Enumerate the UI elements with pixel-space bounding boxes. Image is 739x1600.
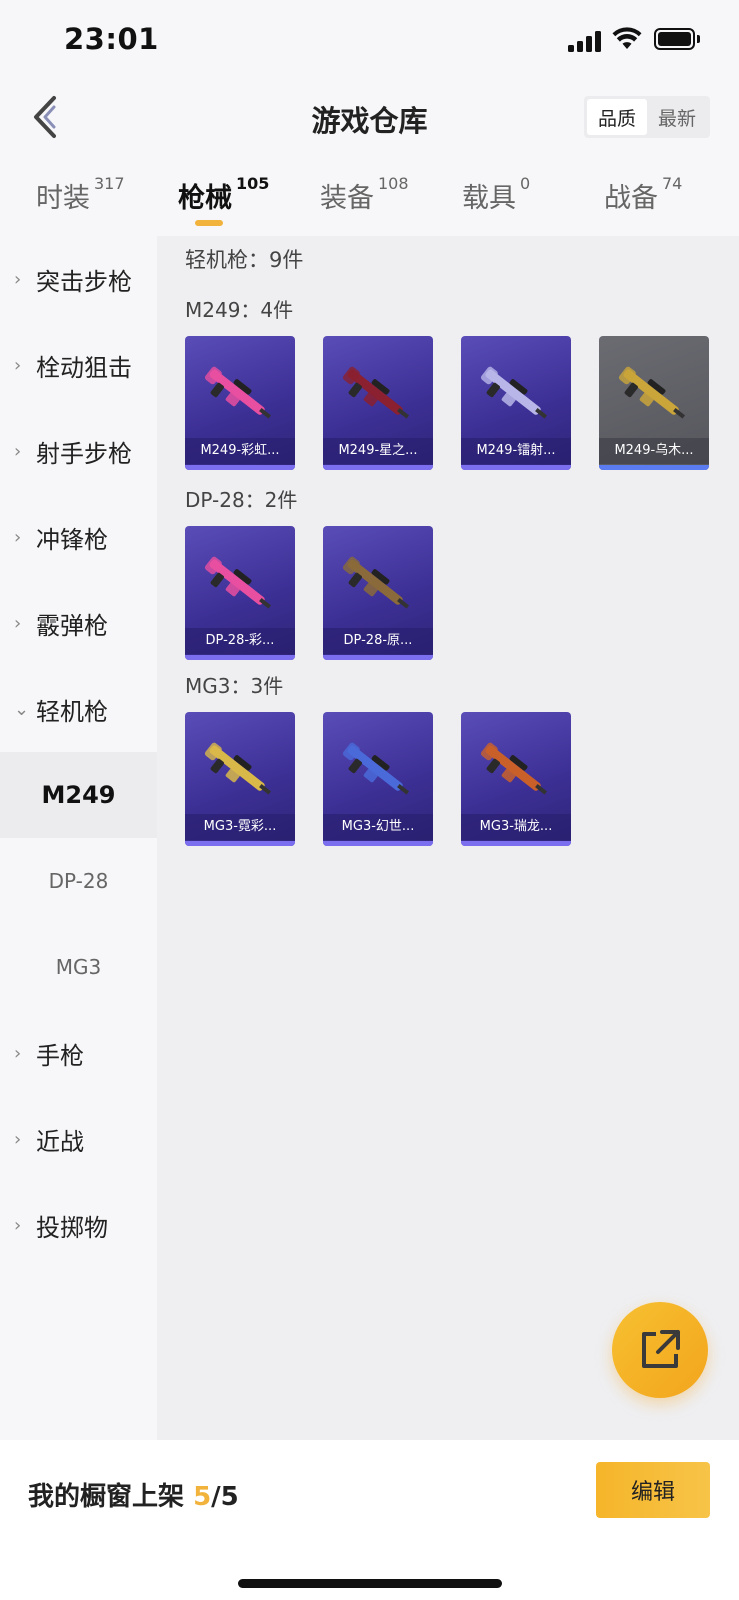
item-name: M249-彩虹... <box>185 438 295 464</box>
chevron-right-icon: › <box>14 1128 22 1150</box>
rarity-bar <box>323 465 433 470</box>
category-tabs: 时装 317 枪械 105 装备 108 载具 0 战备 74 <box>0 168 739 238</box>
sidebar-item-throwable[interactable]: › 投掷物 <box>0 1182 157 1268</box>
status-time: 23:01 <box>64 22 159 56</box>
item-name: MG3-瑞龙... <box>461 814 571 840</box>
sidebar-item-marksman-rifle[interactable]: › 射手步枪 <box>0 408 157 494</box>
item-name: MG3-霓彩... <box>185 814 295 840</box>
item-name: DP-28-原... <box>323 628 433 654</box>
item-name: DP-28-彩... <box>185 628 295 654</box>
chevron-right-icon: › <box>14 1214 22 1236</box>
group-heading-m249: M249：4件 <box>185 298 294 322</box>
item-name: M249-乌木... <box>599 438 709 464</box>
rarity-bar <box>185 465 295 470</box>
rarity-bar <box>323 655 433 660</box>
tab-active-indicator <box>195 220 223 226</box>
tab-supplies[interactable]: 战备 74 <box>604 174 682 215</box>
rarity-bar <box>461 841 571 846</box>
sort-toggle: 品质 最新 <box>584 96 710 138</box>
sidebar-item-pistol[interactable]: › 手枪 <box>0 1010 157 1096</box>
weapon-skin-image <box>480 742 548 795</box>
sidebar-item-lmg[interactable]: ⌄ 轻机枪 <box>0 666 157 752</box>
item-card[interactable]: MG3-霓彩... <box>185 712 295 846</box>
weapon-type-sidebar: › 突击步枪 › 栓动狙击 › 射手步枪 › 冲锋枪 › 霰弹枪 ⌄ 轻机枪 M249 DP… <box>0 236 157 1440</box>
sidebar-sub-m249[interactable]: M249 <box>0 752 157 838</box>
item-name: MG3-幻世... <box>323 814 433 840</box>
status-bar: 23:01 <box>0 0 739 80</box>
battery-icon <box>654 28 700 50</box>
rarity-bar <box>185 655 295 660</box>
item-card[interactable]: M249-镭射... <box>461 336 571 470</box>
item-card[interactable]: M249-彩虹... <box>185 336 295 470</box>
share-icon <box>642 1330 680 1368</box>
sidebar-item-bolt-sniper[interactable]: › 栓动狙击 <box>0 322 157 408</box>
chevron-right-icon: › <box>14 354 22 376</box>
sidebar-sub-dp28[interactable]: DP-28 <box>0 838 157 924</box>
weapon-skin-image <box>480 366 548 419</box>
sidebar-item-melee[interactable]: › 近战 <box>0 1096 157 1182</box>
chevron-down-icon: ⌄ <box>14 698 30 720</box>
sidebar-item-shotgun[interactable]: › 霰弹枪 <box>0 580 157 666</box>
tab-fashion[interactable]: 时装 317 <box>36 174 125 215</box>
wifi-icon <box>612 27 642 49</box>
rarity-bar <box>461 465 571 470</box>
chevron-right-icon: › <box>14 268 22 290</box>
item-name: M249-星之... <box>323 438 433 464</box>
item-card[interactable]: MG3-幻世... <box>323 712 433 846</box>
group-heading-dp28: DP-28：2件 <box>185 488 298 512</box>
item-name: M249-镭射... <box>461 438 571 464</box>
sidebar-sub-mg3[interactable]: MG3 <box>0 924 157 1010</box>
category-heading: 轻机枪：9件 <box>185 248 304 272</box>
tab-vehicles[interactable]: 载具 0 <box>462 174 530 215</box>
item-card[interactable]: M249-乌木... <box>599 336 709 470</box>
chevron-right-icon: › <box>14 612 22 634</box>
tab-equipment[interactable]: 装备 108 <box>320 174 409 215</box>
weapon-skin-image <box>342 556 410 609</box>
header: 游戏仓库 品质 最新 <box>0 80 739 160</box>
chevron-right-icon: › <box>14 440 22 462</box>
item-card[interactable]: DP-28-彩... <box>185 526 295 660</box>
bottom-bar: 我的橱窗上架 5/5 编辑 <box>0 1440 739 1600</box>
group-heading-mg3: MG3：3件 <box>185 674 284 698</box>
share-button[interactable] <box>612 1302 708 1398</box>
weapon-skin-image <box>618 366 686 419</box>
rarity-bar <box>185 841 295 846</box>
chevron-right-icon: › <box>14 526 22 548</box>
sort-quality-option[interactable]: 品质 <box>587 99 647 135</box>
rarity-bar <box>323 841 433 846</box>
weapon-skin-image <box>342 742 410 795</box>
weapon-skin-image <box>204 366 272 419</box>
sort-newest-option[interactable]: 最新 <box>647 99 707 135</box>
sidebar-item-assault-rifle[interactable]: › 突击步枪 <box>0 236 157 322</box>
item-grid-panel: 轻机枪：9件 M249：4件 M249-彩虹... M249-星之... M24… <box>157 236 739 1440</box>
sidebar-item-smg[interactable]: › 冲锋枪 <box>0 494 157 580</box>
weapon-skin-image <box>204 556 272 609</box>
item-card[interactable]: DP-28-原... <box>323 526 433 660</box>
showcase-count: 我的橱窗上架 5/5 <box>28 1482 239 1512</box>
weapon-skin-image <box>342 366 410 419</box>
tab-weapons[interactable]: 枪械 105 <box>178 174 269 215</box>
edit-button[interactable]: 编辑 <box>596 1462 710 1518</box>
chevron-right-icon: › <box>14 1042 22 1064</box>
item-card[interactable]: M249-星之... <box>323 336 433 470</box>
item-card[interactable]: MG3-瑞龙... <box>461 712 571 846</box>
weapon-skin-image <box>204 742 272 795</box>
home-indicator <box>238 1579 502 1588</box>
rarity-bar <box>599 465 709 470</box>
signal-icon <box>568 30 602 52</box>
